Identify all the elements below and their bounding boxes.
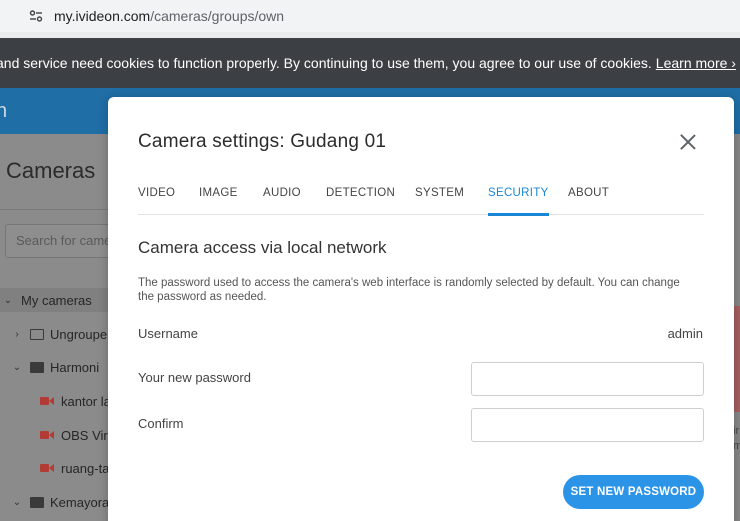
close-icon[interactable] [679,133,697,151]
tab-about[interactable]: ABOUT [568,187,609,215]
tree-item-label: OBS Virt [61,427,112,443]
tab-image[interactable]: IMAGE [199,187,238,215]
section-description: The password used to access the camera's… [138,277,680,303]
tree-item-camera[interactable]: kantor la [0,389,111,413]
tree-item-kemayoran[interactable]: ⌄ Kemayora [0,490,109,514]
tab-detection[interactable]: DETECTION [326,187,395,215]
tree-item-harmoni[interactable]: ⌄ Harmoni [0,355,99,379]
tree-item-camera[interactable]: ruang-ta [0,456,109,480]
set-new-password-button[interactable]: SET NEW PASSWORD [563,475,704,509]
url-host: my.ivideon.com [54,8,151,24]
tab-video[interactable]: VIDEO [138,187,175,215]
folder-icon [30,328,44,340]
cookie-learn-more-link[interactable]: Learn more › [656,55,736,71]
tree-item-label: Ungroupe [50,326,108,342]
tree-item-label: Harmoni [50,359,100,375]
camera-icon [40,396,54,406]
tree-item-label: kantor la [61,393,111,409]
camera-search-placeholder: Search for came [16,233,112,248]
tree-item-label: Kemayora [50,494,110,510]
username-value: admin [667,326,703,341]
tree-item-label: ruang-ta [61,460,110,476]
tree-item-my-cameras[interactable]: ⌄ My cameras [0,288,110,312]
app-logo-fragment: n [0,100,8,122]
cookie-banner-text: and service need cookies to function pro… [0,55,652,71]
url-path: /cameras/groups/own [150,8,285,24]
tab-security[interactable]: SECURITY [488,187,549,216]
camera-icon [40,463,54,473]
site-settings-icon[interactable] [27,7,45,25]
folder-icon [30,361,44,373]
username-label: Username [138,326,198,341]
background-card-edge [733,306,740,412]
cookie-banner: and service need cookies to function pro… [0,38,740,88]
tree-item-camera[interactable]: OBS Virt [0,423,111,447]
new-password-label: Your new password [138,370,251,385]
new-password-field[interactable] [471,362,704,396]
url-text[interactable]: my.ivideon.com/cameras/groups/own [54,8,284,24]
background-text-fragment: m [733,440,740,452]
sidebar-divider [0,209,110,210]
tree-item-label: My cameras [21,292,92,308]
tree-item-ungrouped[interactable]: › Ungroupe [0,322,107,346]
dialog-title: Camera settings: Gudang 01 [138,131,387,152]
confirm-password-field[interactable] [471,408,704,442]
tab-system[interactable]: SYSTEM [415,187,464,215]
folder-icon [30,496,44,508]
camera-icon [40,430,54,440]
chevron-down-icon[interactable]: ⌄ [12,362,22,373]
tab-audio[interactable]: AUDIO [263,187,301,215]
browser-address-bar[interactable]: my.ivideon.com/cameras/groups/own [0,0,740,32]
confirm-password-label: Confirm [138,416,184,431]
chevron-down-icon[interactable]: ⌄ [12,497,22,508]
page-title: Cameras [6,158,96,183]
chevron-right-icon[interactable]: › [12,329,22,340]
section-title: Camera access via local network [138,238,387,257]
chevron-down-icon[interactable]: ⌄ [3,295,13,306]
settings-tabs: VIDEO IMAGE AUDIO DETECTION SYSTEM SECUR… [138,187,704,216]
camera-settings-dialog: Camera settings: Gudang 01 VIDEO IMAGE A… [108,97,734,521]
